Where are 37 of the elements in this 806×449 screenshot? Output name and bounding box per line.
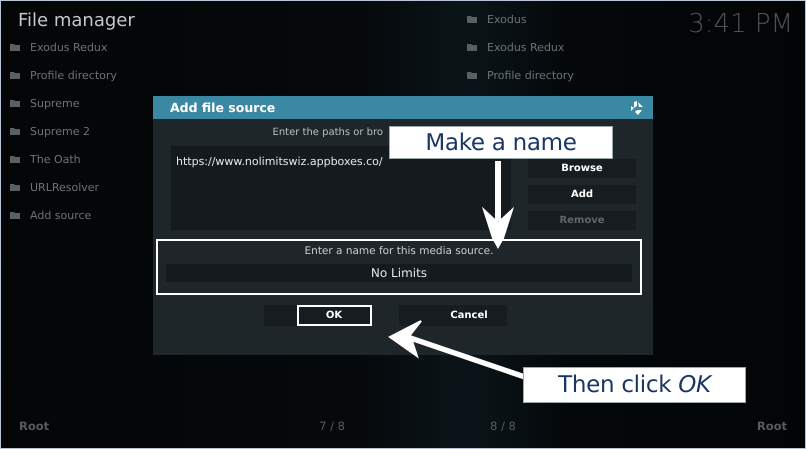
folder-name[interactable]: Exodus Redux — [487, 40, 564, 54]
folder-name[interactable]: Exodus Redux — [30, 40, 108, 54]
folder-icon — [10, 127, 20, 135]
name-input-field[interactable]: No Limits — [166, 264, 632, 282]
side-button[interactable]: Browse — [528, 159, 636, 178]
kodi-logo-icon — [629, 100, 645, 116]
side-button[interactable]: Add — [528, 185, 636, 204]
folder-icon — [467, 71, 477, 79]
dialog-title: Add file source — [170, 100, 276, 115]
callout-label: Make a name — [425, 130, 577, 156]
name-prompt: Enter a name for this media source. — [304, 245, 494, 257]
footer-path: Root — [19, 419, 50, 433]
folder-name[interactable]: Supreme 2 — [30, 124, 90, 138]
folder-name[interactable]: URLResolver — [30, 180, 100, 194]
folder-name[interactable]: Exodus — [487, 12, 527, 26]
folder-icon — [10, 155, 20, 163]
source-path[interactable]: https://www.nolimitswiz.appboxes.co/ — [176, 155, 506, 168]
folder-name[interactable]: Profile directory — [30, 68, 117, 82]
folder-icon — [467, 43, 477, 51]
folder-name[interactable]: Add source — [30, 208, 92, 222]
item-counter: 7 / 8 — [319, 419, 345, 433]
folder-icon — [10, 43, 20, 51]
folder-icon — [10, 99, 20, 107]
footer-path: Root — [756, 419, 787, 433]
folder-name[interactable]: The Oath — [30, 152, 81, 166]
callout-label: Then click OK — [558, 372, 711, 398]
window-title: File manager — [18, 10, 135, 31]
folder-icon — [10, 71, 20, 79]
folder-name[interactable]: Supreme — [30, 96, 80, 110]
item-counter: 8 / 8 — [490, 419, 516, 433]
folder-name[interactable]: Profile directory — [487, 68, 574, 82]
dialog-button[interactable]: OK — [296, 305, 372, 326]
folder-icon — [10, 211, 20, 219]
dialog-prompt: Enter the paths or bro — [272, 127, 384, 140]
folder-icon — [467, 15, 477, 23]
clock: 3:41 PM — [688, 9, 793, 39]
folder-icon — [10, 183, 20, 191]
